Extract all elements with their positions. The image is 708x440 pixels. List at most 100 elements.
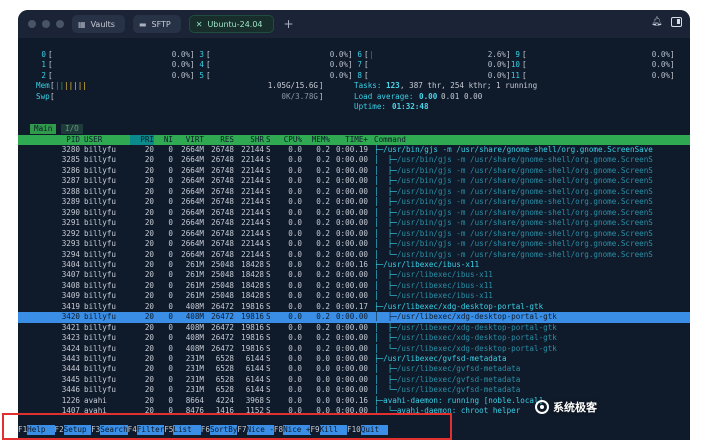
process-row[interactable]: 3288 billyfu 20 0 2664M 26748 22144 S 0.0 0.2 0:00… [18,187,690,197]
process-row[interactable]: 3444 billyfu 20 0 231M 6528 6144 S 0.0 0.0 0:00.00… [18,364,690,374]
process-ni: 0 [168,343,173,353]
process-virt: 261M [185,291,204,301]
process-pid: 3290 [61,207,80,217]
watermark-logo-icon [535,400,549,414]
process-row[interactable]: 3443 billyfu 20 0 231M 6528 6144 S 0.0 0.0 0:00.00… [18,354,690,364]
process-user: billyfu [84,197,117,207]
process-shr: 18428 [241,291,264,301]
minimize-window-button[interactable] [42,20,50,28]
column-header-pri[interactable]: PRI [130,134,154,145]
process-user: billyfu [84,259,117,269]
process-row[interactable]: 3408 billyfu 20 0 261M 25048 18428 S 0.0 0.2 0:00.… [18,281,690,291]
column-header-virt[interactable]: VIRT [176,135,204,145]
process-res: 26748 [211,249,234,259]
process-pri: 20 [144,354,154,363]
process-row[interactable]: 3287 billyfu 20 0 2664M 26748 22144 S 0.0 0.2 0:00… [18,176,690,186]
process-row[interactable]: 3445 billyfu 20 0 231M 6528 6144 S 0.0 0.0 0:00.00… [18,375,690,385]
close-icon[interactable]: ✕ [196,20,203,29]
process-shr: 19816 [241,333,264,343]
process-time: 0:00.00 [335,176,368,186]
sidebar-toggle-icon[interactable] [671,17,682,27]
window-controls [28,20,64,28]
column-header-res[interactable]: RES [206,135,234,145]
process-user: billyfu [84,354,117,363]
process-s: S [266,145,271,154]
process-user: billyfu [84,301,117,311]
process-row[interactable]: 3289 billyfu 20 0 2664M 26748 22144 S 0.0 0.2 0:00… [18,197,690,207]
process-row[interactable]: 3286 billyfu 20 0 2664M 26748 22144 S 0.0 0.2 0:00… [18,166,690,176]
process-time: 0:00.16 [335,395,368,405]
process-virt: 2664M [181,165,204,175]
column-header-cpu[interactable]: CPU% [276,135,302,145]
tab-sftp[interactable]: ▬ SFTP [132,15,181,33]
process-user: billyfu [84,333,117,343]
process-row[interactable]: 3292 billyfu 20 0 2664M 26748 22144 S 0.0 0.2 0:00… [18,229,690,239]
htop-screen[interactable]: 0[0.0%] 1[0.0%] 2[0.0%] 3[0.0%] 4[0.0%] 5[0.0… [18,38,690,440]
process-command: /usr/libexec/ibus-x11 [396,291,493,301]
process-row[interactable]: 3285 billyfu 20 0 2664M 26748 22144 S 0.0 0.2 0:00… [18,155,690,165]
column-header-ni[interactable]: NI [157,135,173,145]
process-pri: 20 [144,249,154,259]
zoom-window-button[interactable] [56,20,64,28]
process-row[interactable]: 3290 billyfu 20 0 2664M 26748 22144 S 0.0 0.2 0:00… [18,208,690,218]
bracket-close: ] [319,91,324,101]
process-ni: 0 [168,218,173,228]
process-virt: 2664M [181,186,204,196]
process-row[interactable]: 3407 billyfu 20 0 261M 25048 18428 S 0.0 0.2 0:00.… [18,270,690,280]
process-row[interactable]: 3294 billyfu 20 0 2664M 26748 22144 S 0.0 0.2 0:00… [18,250,690,260]
column-header-command[interactable]: Command [374,135,688,145]
process-row[interactable]: 3409 billyfu 20 0 261M 25048 18428 S 0.0 0.2 0:00.… [18,291,690,301]
process-cpu: 0.0 [288,218,302,228]
process-s: S [266,165,271,175]
process-user: billyfu [84,312,117,322]
process-virt: 231M [185,354,204,363]
process-row[interactable]: 3420 billyfu 20 0 408M 26472 19816 S 0.0 0.2 0:00.… [18,312,690,323]
screen-tab-io[interactable]: I/O [61,124,83,135]
new-tab-button[interactable]: + [284,17,294,31]
process-row[interactable]: 3423 billyfu 20 0 408M 26472 19816 S 0.0 0.2 0:00.… [18,333,690,343]
tree-branch: │ ├─ [374,197,397,207]
column-header-mem[interactable]: MEM% [304,135,330,145]
process-row[interactable]: 3424 billyfu 20 0 408M 26472 19816 S 0.0 0.2 0:00.… [18,344,690,354]
process-time: 0:00.16 [335,259,368,269]
process-row[interactable]: 3419 billyfu 20 0 408M 26472 19816 S 0.0 0.2 0:00.… [18,302,690,312]
process-ni: 0 [168,322,173,332]
process-res: 25048 [211,291,234,301]
process-ni: 0 [168,385,173,395]
process-row[interactable]: 3293 billyfu 20 0 2664M 26748 22144 S 0.0 0.2 0:00… [18,239,690,249]
swap-value: 0K/3.78G [281,91,318,101]
process-user: billyfu [84,374,117,384]
process-cpu: 0.0 [288,239,302,249]
process-row[interactable]: 3446 billyfu 20 0 231M 6528 6144 S 0.0 0.0 0:00.00… [18,385,690,395]
process-user: billyfu [84,239,117,249]
process-command: /usr/libexec/gvfsd-metadata [396,385,521,395]
process-command: /usr/libexec/xdg-desktop-portal-gtk [396,333,557,343]
process-command: /usr/bin/gjs -m /usr/share/gnome-shell/o… [383,145,653,154]
column-header-user[interactable]: USER [84,135,128,145]
column-header-pid[interactable]: PID [36,135,80,145]
column-header-s[interactable]: S [266,135,274,145]
process-res: 26748 [211,218,234,228]
close-window-button[interactable] [28,20,36,28]
process-row[interactable]: 3291 billyfu 20 0 2664M 26748 22144 S 0.0 0.2 0:00… [18,218,690,228]
process-pid: 3423 [61,333,80,343]
tree-branch: ├─ [374,145,384,154]
screen-tab-main[interactable]: Main [30,124,57,135]
load-15: 0.00 [464,91,483,101]
process-pid: 3445 [61,374,80,384]
column-header-time[interactable]: TIME+ [332,135,368,145]
process-row[interactable]: 3404 billyfu 20 0 261M 25048 18428 S 0.0 0.2 0:00.… [18,260,690,270]
process-pri: 20 [144,197,154,207]
tab-vaults[interactable]: ▦ Vaults [72,15,125,33]
process-ni: 0 [168,354,173,363]
process-res: 26748 [211,155,234,165]
process-row[interactable]: 3280 billyfu 20 0 2664M 26748 22144 S 0.0 0.2 0:00… [18,145,690,155]
bell-icon[interactable]: 🔔︎ [651,16,662,28]
process-cpu: 0.0 [288,207,302,217]
tree-branch: │ ├─ [374,312,397,322]
process-user: billyfu [84,145,117,154]
tab-ubuntu[interactable]: ✕ Ubuntu-24.04 [188,15,274,33]
process-row[interactable]: 3421 billyfu 20 0 408M 26472 19816 S 0.0 0.2 0:00.… [18,323,690,333]
column-header-shr[interactable]: SHR [236,135,264,145]
process-ni: 0 [168,374,173,384]
